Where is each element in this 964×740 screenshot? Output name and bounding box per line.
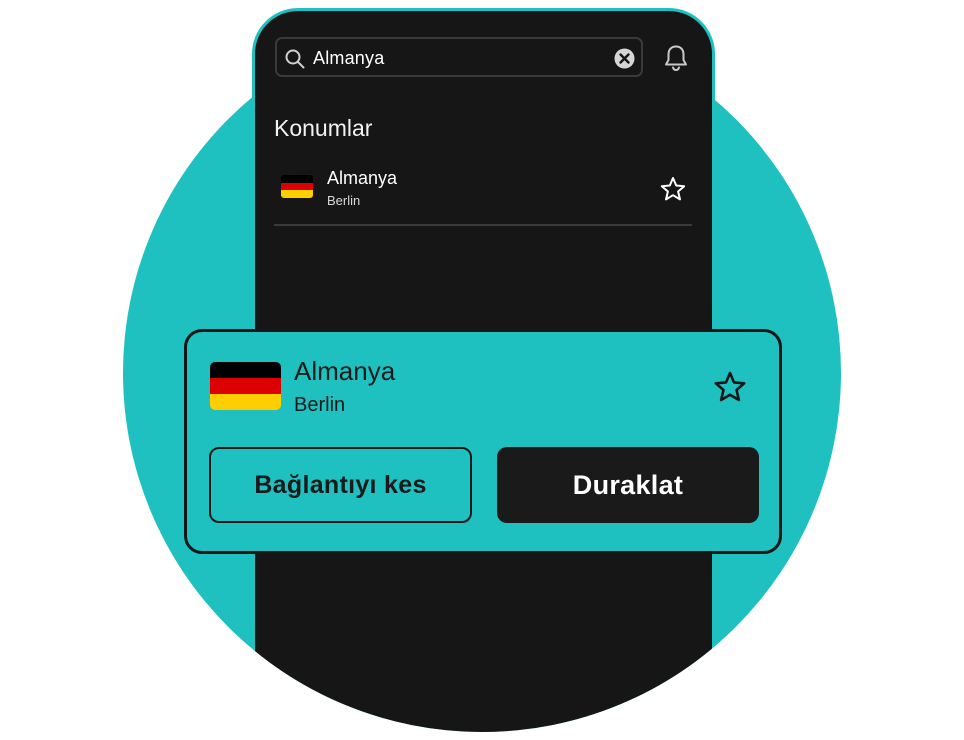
disconnect-button[interactable]: Bağlantıyı kes [209,447,472,523]
connected-country: Almanya [294,356,396,386]
star-icon[interactable] [713,370,747,404]
germany-flag-icon [281,175,313,198]
pause-button[interactable]: Duraklat [497,447,759,523]
bell-icon[interactable] [663,44,689,72]
connected-city: Berlin [294,394,346,416]
search-value[interactable]: Almanya [313,48,384,69]
connection-card: Almanya Berlin Bağlantıyı kes Duraklat [184,329,782,554]
star-icon[interactable] [660,176,686,202]
divider [274,224,692,226]
location-list-item[interactable]: Almanya Berlin [274,160,692,224]
location-name: Almanya [327,168,398,188]
close-circle-icon[interactable] [614,48,635,69]
search-input[interactable]: Almanya [275,37,643,77]
stage: Almanya Konumlar Almanya Berlin Almanya … [0,0,964,740]
germany-flag-icon [210,362,281,410]
location-city: Berlin [327,193,361,208]
search-icon [285,49,305,69]
section-title: Konumlar [274,115,373,141]
